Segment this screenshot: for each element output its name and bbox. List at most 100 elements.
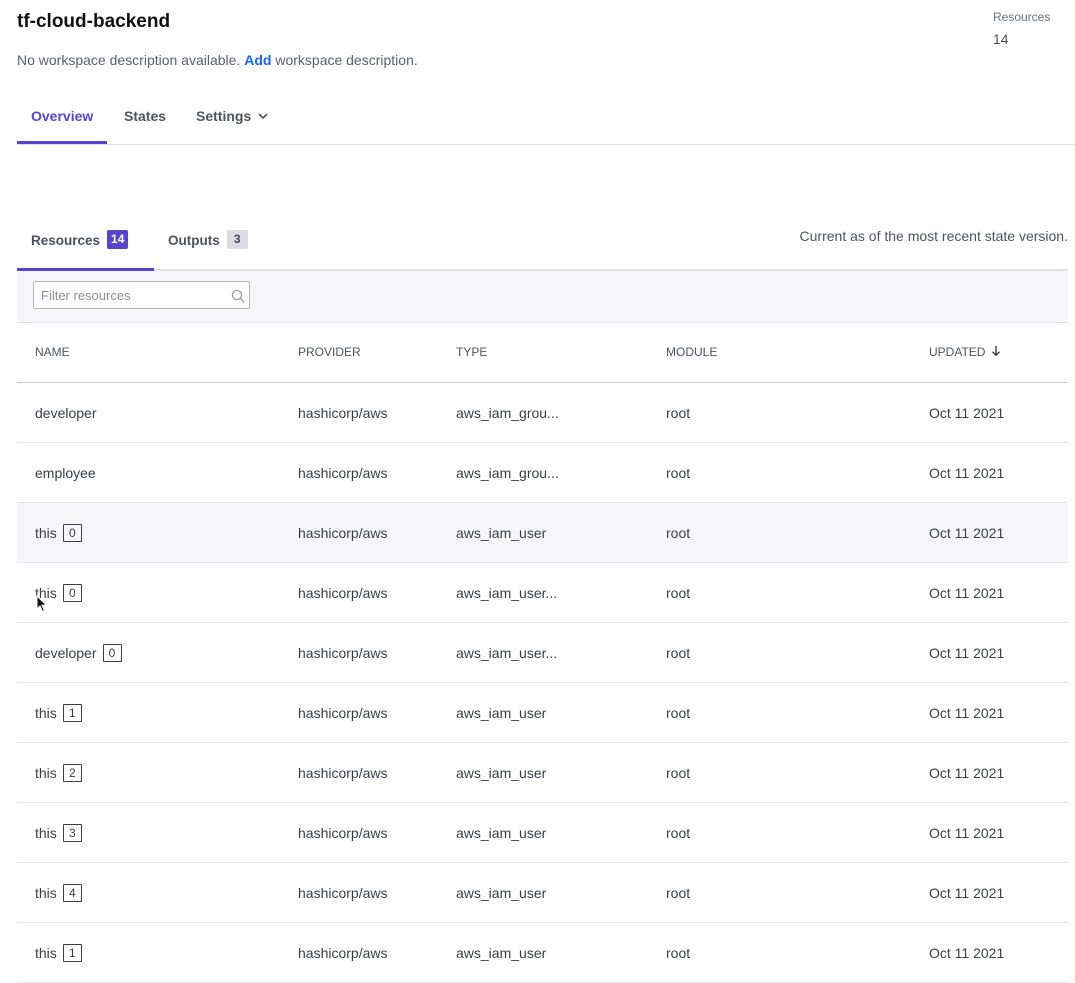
resource-name: this	[35, 705, 57, 721]
chevron-down-icon	[258, 113, 268, 119]
resource-name: this	[35, 525, 57, 541]
column-updated[interactable]: UPDATED	[929, 345, 1001, 359]
resource-provider: hashicorp/aws	[298, 405, 388, 421]
arrow-down-icon	[992, 346, 1001, 357]
resource-type: aws_iam_user...	[456, 585, 558, 601]
resource-updated: Oct 11 2021	[929, 825, 1005, 841]
resource-name-link[interactable]: this 0	[35, 523, 82, 542]
resource-updated: Oct 11 2021	[929, 945, 1005, 961]
resource-module: root	[666, 885, 691, 901]
resource-provider: hashicorp/aws	[298, 705, 388, 721]
resources-summary-count: 14	[993, 31, 1009, 47]
resource-name: developer	[35, 405, 97, 421]
tab-resources[interactable]: Resources 14	[17, 222, 154, 271]
resource-type: aws_iam_user...	[456, 645, 558, 661]
resource-module: root	[666, 585, 691, 601]
resource-name: this	[35, 945, 57, 961]
description-text-end: workspace description.	[271, 52, 418, 68]
resource-module: root	[666, 465, 691, 481]
resource-provider: hashicorp/aws	[298, 645, 388, 661]
add-description-link[interactable]: Add	[244, 52, 271, 68]
resource-name-link[interactable]: this 2	[35, 763, 82, 782]
resources-count-badge: 14	[107, 230, 129, 250]
resource-name: this	[35, 765, 57, 781]
table-row[interactable]: this 0 hashicorp/aws aws_iam_user... root Oct…	[17, 563, 1068, 623]
filter-bar	[17, 271, 1068, 323]
resource-name-link[interactable]: this 1	[35, 703, 82, 722]
resources-summary: Resources 14	[993, 10, 1054, 47]
tab-outputs-label: Outputs	[168, 233, 220, 248]
table-row[interactable]: this 1 hashicorp/aws aws_iam_user root Oct 11…	[17, 683, 1068, 743]
table-row[interactable]: this 1 hashicorp/aws aws_iam_user root Oct 11…	[17, 923, 1068, 983]
resource-index-badge: 3	[62, 823, 82, 842]
table-row[interactable]: this 0 hashicorp/aws aws_iam_user root Oct 11…	[17, 503, 1068, 563]
resource-name-link[interactable]: this 0	[35, 583, 82, 602]
resource-updated: Oct 11 2021	[929, 525, 1005, 541]
workspace-nav: Overview States Settings	[17, 96, 1075, 145]
resource-index-badge: 2	[62, 763, 82, 782]
tab-settings-label: Settings	[196, 108, 252, 124]
resource-provider: hashicorp/aws	[298, 825, 388, 841]
resource-module: root	[666, 525, 691, 541]
column-module[interactable]: MODULE	[666, 345, 717, 359]
filter-resources-input[interactable]	[33, 281, 250, 309]
tab-resources-label: Resources	[31, 233, 101, 248]
resource-updated: Oct 11 2021	[929, 705, 1005, 721]
resource-name-link[interactable]: developer	[35, 405, 97, 421]
table-row[interactable]: this 4 hashicorp/aws aws_iam_user root Oct 11…	[17, 863, 1068, 923]
resource-index-badge: 1	[62, 703, 82, 722]
resource-module: root	[666, 825, 691, 841]
column-updated-label: UPDATED	[929, 345, 986, 359]
resource-type: aws_iam_user	[456, 525, 547, 541]
tab-settings[interactable]: Settings	[196, 96, 269, 143]
resource-module: root	[666, 405, 691, 421]
column-provider[interactable]: PROVIDER	[298, 345, 361, 359]
table-row[interactable]: this 2 hashicorp/aws aws_iam_user root Oct 11…	[17, 743, 1068, 803]
resource-name-link[interactable]: this 1	[35, 943, 82, 962]
resource-updated: Oct 11 2021	[929, 405, 1005, 421]
resource-type: aws_iam_grou...	[456, 465, 559, 481]
resource-index-badge: 0	[102, 643, 122, 662]
resource-updated: Oct 11 2021	[929, 885, 1005, 901]
column-name[interactable]: NAME	[35, 345, 70, 359]
resource-type: aws_iam_user	[456, 825, 547, 841]
resource-index-badge: 0	[62, 583, 82, 602]
table-row[interactable]: developer 0 hashicorp/aws aws_iam_user... ro…	[17, 623, 1068, 683]
table-row[interactable]: developer hashicorp/aws aws_iam_grou... roo…	[17, 383, 1068, 443]
resource-provider: hashicorp/aws	[298, 525, 388, 541]
resource-name: developer	[35, 645, 97, 661]
resource-name-link[interactable]: this 3	[35, 823, 82, 842]
resource-provider: hashicorp/aws	[298, 465, 388, 481]
resource-index-badge: 4	[62, 883, 82, 902]
outputs-count-badge: 3	[226, 230, 248, 250]
resource-type: aws_iam_grou...	[456, 405, 559, 421]
resource-name: this	[35, 885, 57, 901]
state-currency-note: Current as of the most recent state vers…	[799, 228, 1068, 244]
resource-index-badge: 0	[62, 523, 82, 542]
tab-outputs[interactable]: Outputs 3	[168, 222, 248, 270]
resource-name: this	[35, 585, 57, 601]
resource-module: root	[666, 645, 691, 661]
resource-name-link[interactable]: this 4	[35, 883, 82, 902]
table-row[interactable]: this 3 hashicorp/aws aws_iam_user root Oct 11…	[17, 803, 1068, 863]
table-row[interactable]: employee hashicorp/aws aws_iam_grou... root…	[17, 443, 1068, 503]
resource-updated: Oct 11 2021	[929, 465, 1005, 481]
resource-updated: Oct 11 2021	[929, 585, 1005, 601]
table-body: developer hashicorp/aws aws_iam_grou... roo…	[17, 383, 1068, 983]
workspace-description: No workspace description available. Add …	[17, 52, 418, 68]
column-type[interactable]: TYPE	[456, 345, 487, 359]
resource-module: root	[666, 945, 691, 961]
resource-name-link[interactable]: employee	[35, 465, 96, 481]
resource-type: aws_iam_user	[456, 765, 547, 781]
resource-provider: hashicorp/aws	[298, 765, 388, 781]
workspace-title: tf-cloud-backend	[17, 11, 171, 32]
resource-provider: hashicorp/aws	[298, 945, 388, 961]
resource-module: root	[666, 765, 691, 781]
resource-name: employee	[35, 465, 96, 481]
resource-name-link[interactable]: developer 0	[35, 643, 122, 662]
resources-summary-label: Resources	[993, 10, 1051, 24]
resource-provider: hashicorp/aws	[298, 885, 388, 901]
resource-provider: hashicorp/aws	[298, 585, 388, 601]
tab-overview[interactable]: Overview	[17, 96, 108, 144]
tab-states[interactable]: States	[124, 96, 166, 143]
